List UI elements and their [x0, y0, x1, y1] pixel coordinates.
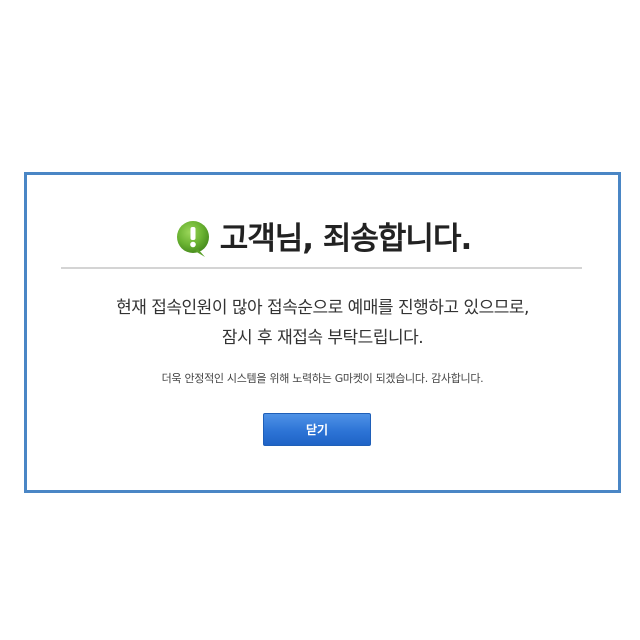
dialog-note: 더욱 안정적인 시스템을 위해 노력하는 G마켓이 되겠습니다. 감사합니다.: [161, 372, 484, 385]
dialog-title: 고객님, 죄송합니다.: [219, 221, 473, 257]
notice-dialog: 고객님, 죄송합니다. 현재 접속인원이 많아 접속순으로 예매를 진행하고 있…: [24, 172, 621, 493]
message-line-2: 잠시 후 재접속 부탁드립니다.: [221, 328, 424, 348]
exclamation-speech-bubble-icon: [174, 219, 212, 259]
title-divider: [61, 267, 582, 269]
message-line-1: 현재 접속인원이 많아 접속순으로 예매를 진행하고 있으므로,: [116, 298, 529, 318]
close-button[interactable]: 닫기: [263, 413, 371, 446]
dialog-message: 현재 접속인원이 많아 접속순으로 예매를 진행하고 있으므로, 잠시 후 재접…: [27, 293, 618, 353]
dialog-header: 고객님, 죄송합니다.: [27, 215, 618, 263]
page: 고객님, 죄송합니다. 현재 접속인원이 많아 접속순으로 예매를 진행하고 있…: [0, 0, 640, 640]
